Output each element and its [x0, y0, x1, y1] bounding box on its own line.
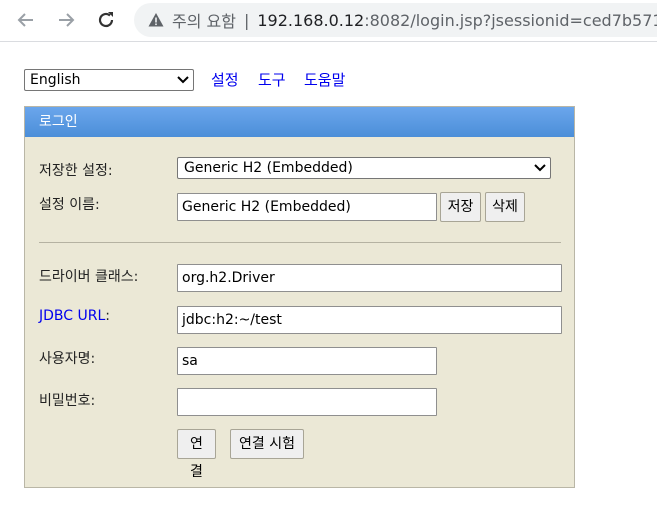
test-connection-button[interactable]: 연결 시험 — [230, 429, 304, 459]
save-button[interactable]: 저장 — [440, 192, 481, 222]
chevron-down-icon — [177, 76, 189, 84]
username-input[interactable]: sa — [177, 347, 437, 375]
setting-name-label: 설정 이름: — [39, 197, 100, 213]
url-host: 192.168.0.12 — [257, 10, 365, 30]
setting-name-input[interactable]: Generic H2 (Embedded) — [177, 193, 437, 221]
warning-icon — [148, 13, 164, 27]
login-panel: 로그인 저장한 설정: Generic H2 (Embedded) 설정 이름:… — [24, 106, 575, 488]
browser-toolbar: 주의 요함 | 192.168.0.12:8082/login.jsp?jses… — [0, 0, 657, 42]
jdbc-url-help-link[interactable]: JDBC URL — [39, 308, 105, 324]
settings-link[interactable]: 설정 — [211, 69, 239, 90]
address-bar[interactable]: 주의 요함 | 192.168.0.12:8082/login.jsp?jses… — [134, 3, 657, 37]
jdbc-url-label-group: JDBC URL: — [39, 308, 110, 324]
saved-settings-label: 저장한 설정: — [39, 163, 113, 179]
language-selected-value: English — [30, 72, 81, 88]
tools-link[interactable]: 도구 — [258, 69, 286, 90]
password-input[interactable] — [177, 388, 437, 416]
panel-title: 로그인 — [25, 107, 574, 137]
back-button[interactable] — [12, 6, 40, 34]
forward-button[interactable] — [52, 6, 80, 34]
divider — [39, 242, 561, 243]
help-link[interactable]: 도움말 — [304, 69, 345, 90]
reload-button[interactable] — [92, 6, 120, 34]
username-label: 사용자명: — [39, 351, 96, 367]
saved-settings-select[interactable]: Generic H2 (Embedded) — [177, 157, 551, 179]
connect-button[interactable]: 연결 — [177, 429, 216, 480]
chevron-down-icon — [534, 164, 546, 172]
security-warning-text: 주의 요함 — [172, 12, 236, 31]
driver-class-input[interactable]: org.h2.Driver — [177, 264, 562, 292]
password-label: 비밀번호: — [39, 393, 96, 409]
driver-class-label: 드라이버 클래스: — [39, 269, 139, 285]
delete-button[interactable]: 삭제 — [485, 192, 525, 222]
jdbc-url-input[interactable]: jdbc:h2:~/test — [177, 306, 562, 334]
arrow-left-icon — [17, 13, 33, 27]
language-select[interactable]: English — [24, 69, 194, 91]
url-separator: | — [243, 10, 250, 30]
saved-settings-value: Generic H2 (Embedded) — [184, 160, 353, 176]
reload-icon — [98, 12, 114, 28]
url-path: :8082/login.jsp?jsessionid=ced7b571 — [364, 10, 657, 30]
jdbc-url-colon: : — [105, 308, 110, 324]
arrow-right-icon — [59, 13, 75, 27]
